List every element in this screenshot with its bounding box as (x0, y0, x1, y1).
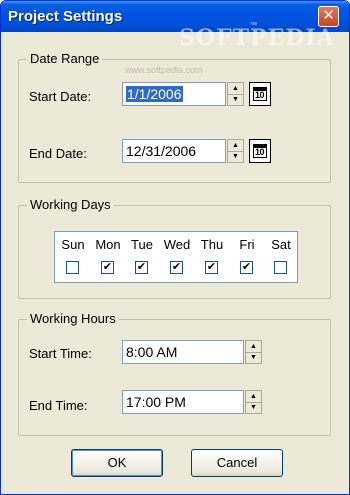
start-date-label: Start Date: (29, 89, 92, 104)
day-thursday[interactable]: Thu ✔ (195, 232, 229, 282)
working-hours-legend: Working Hours (27, 311, 119, 326)
spin-down-icon[interactable]: ▼ (228, 94, 243, 105)
close-icon: ✕ (322, 7, 335, 24)
day-checkbox[interactable]: ✔ (240, 261, 253, 274)
day-monday[interactable]: Mon ✔ (91, 232, 125, 282)
calendar-icon: 10 (253, 87, 267, 101)
close-button[interactable]: ✕ (318, 6, 339, 27)
day-sunday[interactable]: Sun (56, 232, 90, 282)
end-time-label: End Time: (29, 398, 88, 413)
date-range-legend: Date Range (27, 51, 103, 66)
day-label: Fri (239, 237, 255, 252)
check-icon: ✔ (206, 261, 217, 273)
day-checkbox[interactable]: ✔ (135, 261, 148, 274)
day-checkbox[interactable]: ✔ (205, 261, 218, 274)
spin-down-icon[interactable]: ▼ (246, 402, 261, 413)
end-time-field[interactable]: 17:00 PM (122, 390, 244, 414)
day-checkbox[interactable]: ✔ (101, 261, 114, 274)
day-checkbox[interactable] (66, 261, 79, 274)
day-label: Mon (95, 237, 121, 252)
end-date-field[interactable]: 12/31/2006 (122, 139, 226, 163)
end-date-spinner[interactable]: ▲ ▼ (227, 139, 244, 163)
day-checkbox[interactable] (274, 261, 287, 274)
check-icon: ✔ (136, 261, 147, 273)
end-time-value: 17:00 PM (126, 394, 186, 410)
check-icon: ✔ (171, 261, 182, 273)
ok-button[interactable]: OK (71, 449, 163, 477)
watermark-url: www.softpedia.com (125, 65, 203, 75)
check-icon: ✔ (102, 261, 113, 273)
start-time-field[interactable]: 8:00 AM (122, 340, 244, 364)
date-range-group: Date Range (18, 51, 331, 183)
project-settings-dialog: Project Settings ✕ SOFTPEDIA ™ Date Rang… (0, 0, 350, 495)
end-time-spinner[interactable]: ▲ ▼ (245, 390, 262, 414)
day-saturday[interactable]: Sat (264, 232, 298, 282)
day-wednesday[interactable]: Wed ✔ (160, 232, 194, 282)
spin-down-icon[interactable]: ▼ (246, 352, 261, 363)
calendar-icon: 10 (253, 144, 267, 158)
cancel-button[interactable]: Cancel (191, 449, 283, 477)
day-label: Tue (131, 237, 153, 252)
end-date-value: 12/31/2006 (126, 143, 197, 159)
start-date-calendar-button[interactable]: 10 (249, 82, 271, 106)
start-date-spinner[interactable]: ▲ ▼ (227, 82, 244, 106)
end-date-label: End Date: (29, 146, 87, 161)
day-label: Wed (163, 237, 191, 252)
day-label: Sat (271, 237, 291, 252)
working-hours-group: Working Hours (18, 311, 331, 436)
end-date-calendar-button[interactable]: 10 (249, 139, 271, 163)
day-label: Thu (200, 237, 224, 252)
watermark-trademark: ™ (250, 22, 257, 29)
day-tuesday[interactable]: Tue ✔ (125, 232, 159, 282)
start-time-spinner[interactable]: ▲ ▼ (245, 340, 262, 364)
start-date-field[interactable]: 1/1/2006 (122, 82, 226, 106)
working-days-legend: Working Days (27, 197, 114, 212)
working-days-selector: Sun Mon ✔ Tue ✔ Wed ✔ Thu ✔ Fri ✔ Sat (54, 231, 298, 283)
day-checkbox[interactable]: ✔ (170, 261, 183, 274)
day-label: Sun (61, 237, 85, 252)
check-icon: ✔ (241, 261, 252, 273)
day-friday[interactable]: Fri ✔ (230, 232, 264, 282)
spin-down-icon[interactable]: ▼ (228, 151, 243, 162)
start-time-value: 8:00 AM (126, 344, 178, 360)
start-date-value: 1/1/2006 (126, 86, 183, 102)
start-time-label: Start Time: (29, 346, 92, 361)
window-title: Project Settings (8, 8, 123, 25)
